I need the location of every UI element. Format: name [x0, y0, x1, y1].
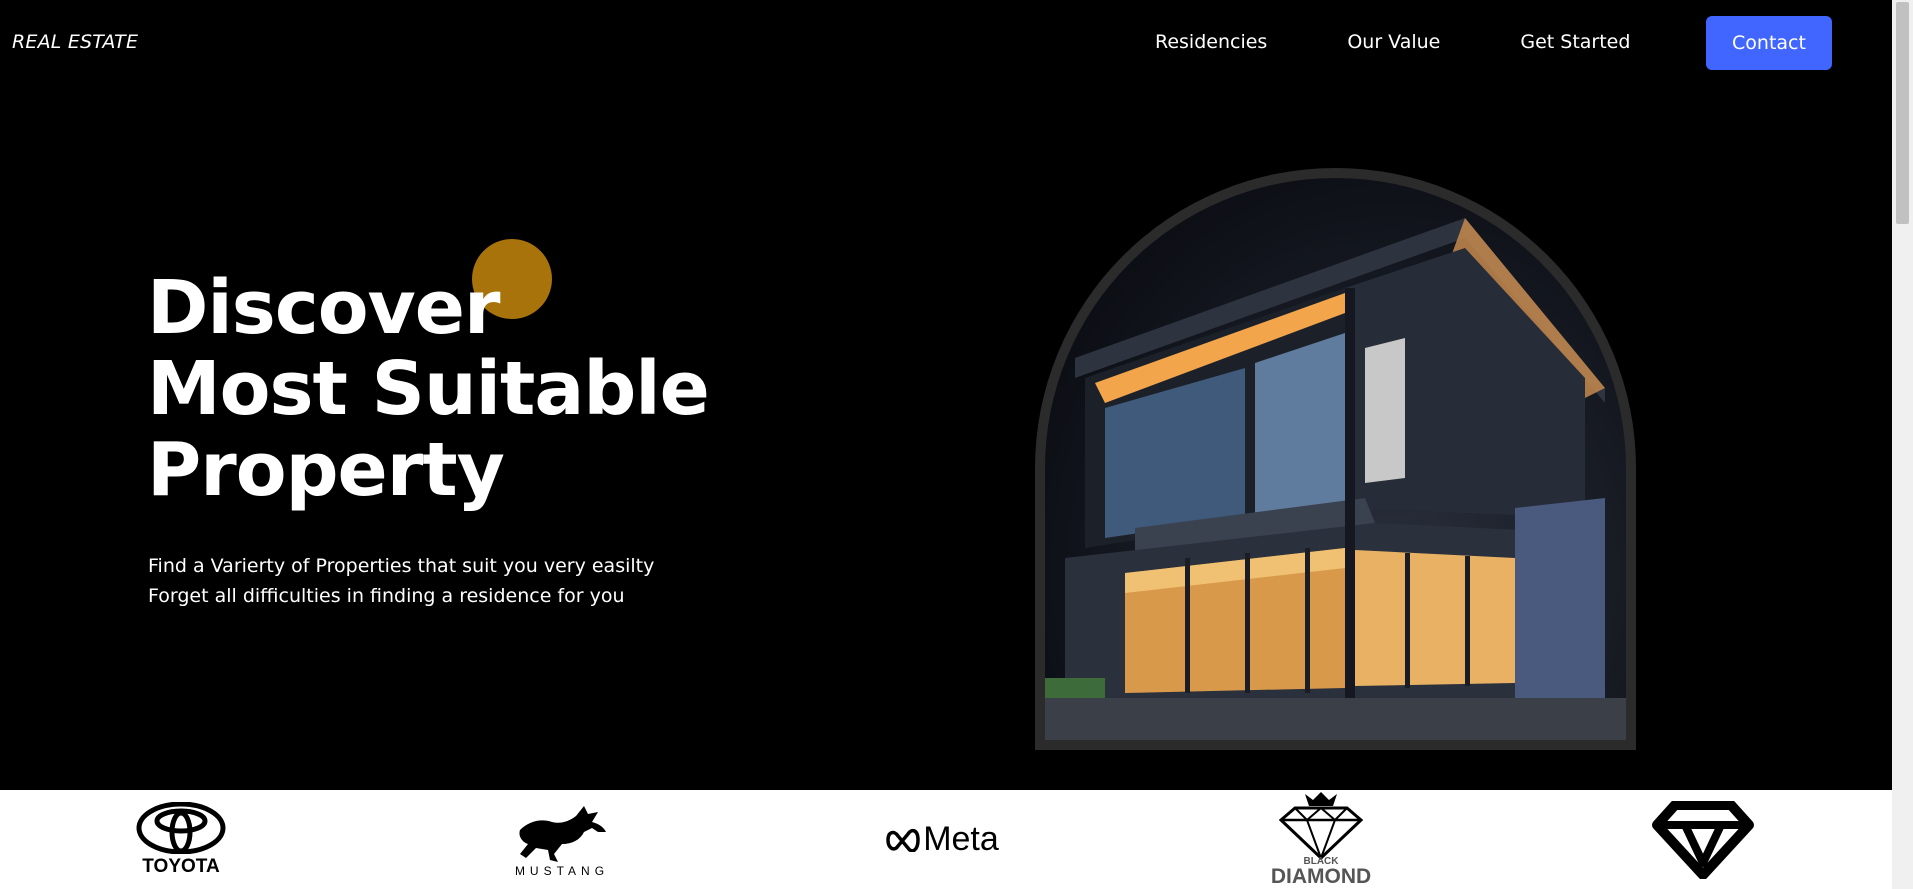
- brand-logo[interactable]: REAL ESTATE: [12, 31, 138, 53]
- nav-item-our-value[interactable]: Our Value: [1347, 31, 1440, 53]
- vertical-scrollbar[interactable]: [1892, 0, 1913, 889]
- partner-logos: TOYOTA MUSTANG Meta BLACK DIAMOND: [0, 790, 1892, 889]
- page: REAL ESTATE Residencies Our Value Get St…: [0, 0, 1892, 889]
- hero-title-line-1: Discover: [147, 265, 500, 351]
- logo-toyota-text: TOYOTA: [142, 855, 220, 877]
- hero-title-line-3: Property: [147, 427, 505, 513]
- logo-diamond: [1649, 790, 1757, 889]
- black-diamond-crown-icon: [1278, 792, 1364, 860]
- logo-black-diamond-bottom: DIAMOND: [1270, 865, 1372, 888]
- main-nav: Residencies Our Value Get Started: [1155, 31, 1630, 53]
- house-illustration: [1045, 218, 1626, 740]
- logo-meta-text: Meta: [923, 820, 999, 858]
- mustang-horse-icon: [519, 805, 606, 862]
- hero-subtitle-line-2: Forget all difficulties in finding a res…: [148, 585, 625, 607]
- toyota-emblem-icon: [136, 801, 226, 854]
- logo-black-diamond: BLACK DIAMOND: [1256, 790, 1386, 889]
- scrollbar-thumb[interactable]: [1896, 2, 1909, 224]
- logo-mustang-text: MUSTANG: [514, 863, 610, 878]
- hero-image: [1035, 168, 1636, 750]
- logo-meta: Meta: [880, 790, 1004, 889]
- meta-infinity-icon: [886, 828, 920, 852]
- nav-item-residencies[interactable]: Residencies: [1155, 31, 1267, 53]
- logo-mustang: MUSTANG: [506, 790, 618, 889]
- logo-toyota: TOYOTA: [131, 790, 231, 889]
- hero-subtitle: Find a Varierty of Properties that suit …: [148, 551, 654, 611]
- hero-subtitle-line-1: Find a Varierty of Properties that suit …: [148, 555, 655, 577]
- hero-title: Discover Most Suitable Property: [147, 265, 710, 513]
- hero-title-line-2: Most Suitable: [147, 346, 710, 432]
- contact-button[interactable]: Contact: [1706, 16, 1832, 70]
- nav-item-get-started[interactable]: Get Started: [1520, 31, 1630, 53]
- house-photo: [1045, 178, 1626, 740]
- diamond-gem-icon: [1652, 800, 1754, 879]
- header: REAL ESTATE Residencies Our Value Get St…: [0, 0, 1892, 86]
